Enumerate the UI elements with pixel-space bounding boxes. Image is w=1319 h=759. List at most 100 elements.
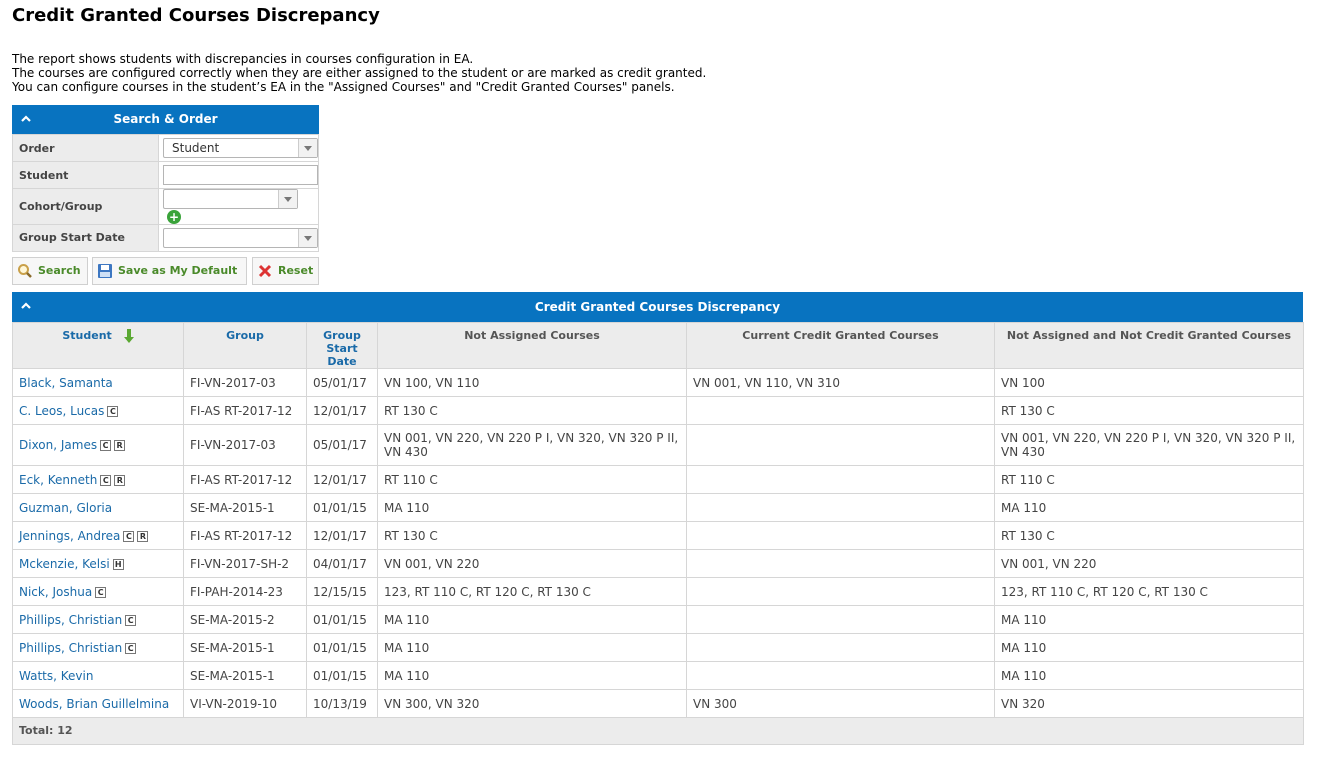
student-link[interactable]: Woods, Brian Guillelmina bbox=[19, 697, 169, 711]
student-cell: Woods, Brian Guillelmina bbox=[12, 689, 184, 718]
page-title: Credit Granted Courses Discrepancy bbox=[12, 5, 380, 26]
course-badge-icon: C bbox=[100, 440, 112, 451]
student-cell: Phillips, Christian C bbox=[12, 633, 184, 662]
current-credit-granted-cell bbox=[686, 577, 995, 606]
group-cell: FI-VN-2017-SH-2 bbox=[183, 549, 307, 578]
table-row: Eck, Kenneth C R FI-AS RT-2017-12 12/01/17 RT… bbox=[12, 465, 1304, 494]
table-row: Dixon, James C R FI-VN-2017-03 05/01/17 VN 00… bbox=[12, 424, 1304, 466]
chevron-up-icon[interactable] bbox=[20, 113, 32, 125]
search-buttons: Search Save as My Default Reset bbox=[12, 256, 319, 285]
group-cell: FI-VN-2017-03 bbox=[183, 368, 307, 397]
total-count: Total: 12 bbox=[12, 717, 1304, 745]
start-date-cell: 01/01/15 bbox=[306, 661, 378, 690]
group-cell: FI-AS RT-2017-12 bbox=[183, 465, 307, 494]
course-badge-icon: C bbox=[107, 405, 119, 417]
student-link[interactable]: Mckenzie, Kelsi bbox=[19, 557, 110, 571]
current-credit-granted-cell: VN 300 bbox=[686, 689, 995, 718]
restricted-badge-icon: R bbox=[114, 474, 126, 486]
search-form: Order Student Student Cohort/Group + Gro… bbox=[12, 134, 319, 252]
student-cell: Jennings, Andrea C R bbox=[12, 521, 184, 550]
student-cell: C. Leos, Lucas C bbox=[12, 396, 184, 425]
student-link[interactable]: Watts, Kevin bbox=[19, 669, 93, 683]
current-credit-granted-cell bbox=[686, 465, 995, 494]
group-cell: VI-VN-2019-10 bbox=[183, 689, 307, 718]
dropdown-arrow-icon bbox=[298, 228, 317, 247]
student-link[interactable]: Jennings, Andrea bbox=[19, 529, 120, 543]
search-button[interactable]: Search bbox=[12, 256, 88, 285]
not-assigned-cell: RT 110 C bbox=[377, 465, 687, 494]
current-credit-granted-cell bbox=[686, 493, 995, 522]
sort-down-arrow-icon bbox=[123, 329, 134, 343]
current-credit-granted-cell: VN 001, VN 110, VN 310 bbox=[686, 368, 995, 397]
not-assigned-cell: RT 130 C bbox=[377, 521, 687, 550]
chevron-up-icon[interactable] bbox=[20, 300, 32, 312]
intro-line: The courses are configured correctly whe… bbox=[12, 66, 707, 80]
not-assigned-not-credit-granted-cell: VN 100 bbox=[994, 368, 1304, 397]
column-header-not-assigned: Not Assigned Courses bbox=[377, 322, 687, 369]
column-header-group[interactable]: Group bbox=[183, 322, 307, 369]
current-credit-granted-cell bbox=[686, 521, 995, 550]
start-date-cell: 01/01/15 bbox=[306, 493, 378, 522]
student-input[interactable] bbox=[163, 165, 318, 185]
current-credit-granted-cell bbox=[686, 605, 995, 634]
student-link[interactable]: Dixon, James bbox=[19, 438, 97, 452]
not-assigned-not-credit-granted-cell: MA 110 bbox=[994, 493, 1304, 522]
save-default-button[interactable]: Save as My Default bbox=[92, 256, 247, 285]
search-panel: Search & Order Order Student Student Coh… bbox=[12, 105, 319, 285]
student-link[interactable]: Guzman, Gloria bbox=[19, 501, 112, 515]
not-assigned-not-credit-granted-cell: MA 110 bbox=[994, 661, 1304, 690]
column-header-not-assigned-not-credit-granted: Not Assigned and Not Credit Granted Cour… bbox=[994, 322, 1304, 369]
cohort-select[interactable] bbox=[163, 189, 298, 209]
not-assigned-cell: VN 100, VN 110 bbox=[377, 368, 687, 397]
group-cell: SE-MA-2015-1 bbox=[183, 493, 307, 522]
start-date-cell: 12/01/17 bbox=[306, 521, 378, 550]
student-cell: Black, Samanta bbox=[12, 368, 184, 397]
start-date-label: Group Start Date bbox=[12, 223, 159, 252]
start-date-select[interactable] bbox=[163, 227, 318, 248]
group-cell: FI-AS RT-2017-12 bbox=[183, 396, 307, 425]
column-header-student-label: Student bbox=[62, 329, 112, 342]
column-header-start-date[interactable]: Group Start Date bbox=[306, 322, 378, 369]
student-link[interactable]: Nick, Joshua bbox=[19, 585, 92, 599]
add-icon[interactable]: + bbox=[167, 209, 181, 224]
report-panel-title: Credit Granted Courses Discrepancy bbox=[534, 300, 781, 314]
student-link[interactable]: C. Leos, Lucas bbox=[19, 404, 104, 418]
cohort-label: Cohort/Group bbox=[12, 188, 159, 225]
start-date-cell: 01/01/15 bbox=[306, 605, 378, 634]
report-panel-header: Credit Granted Courses Discrepancy bbox=[12, 292, 1303, 322]
table-row: Black, Samanta FI-VN-2017-03 05/01/17 VN 10… bbox=[12, 368, 1304, 397]
order-select[interactable]: Student bbox=[163, 138, 318, 158]
student-link[interactable]: Phillips, Christian bbox=[19, 613, 122, 627]
student-link[interactable]: Eck, Kenneth bbox=[19, 473, 97, 487]
start-date-cell: 01/01/15 bbox=[306, 633, 378, 662]
home-badge-icon: H bbox=[112, 558, 124, 570]
restricted-badge-icon: R bbox=[114, 440, 126, 451]
report-table: Student Group Group Start Date Not Assig… bbox=[12, 322, 1304, 745]
start-date-cell: 05/01/17 bbox=[306, 368, 378, 397]
start-date-cell: 10/13/19 bbox=[306, 689, 378, 718]
table-row: Woods, Brian Guillelmina VI-VN-2019-10 10/… bbox=[12, 689, 1304, 718]
intro-line: The report shows students with discrepan… bbox=[12, 52, 474, 66]
order-select-value: Student bbox=[172, 141, 220, 155]
table-row: Watts, Kevin SE-MA-2015-1 01/01/15 MA 110 MA… bbox=[12, 661, 1304, 690]
reset-button[interactable]: Reset bbox=[252, 256, 319, 285]
table-row: Nick, Joshua C FI-PAH-2014-23 12/15/15 123, … bbox=[12, 577, 1304, 606]
not-assigned-not-credit-granted-cell: RT 130 C bbox=[994, 396, 1304, 425]
course-badge-icon: C bbox=[123, 530, 135, 542]
not-assigned-cell: 123, RT 110 C, RT 120 C, RT 130 C bbox=[377, 577, 687, 606]
start-date-cell: 12/01/17 bbox=[306, 465, 378, 494]
student-cell: Mckenzie, Kelsi H bbox=[12, 549, 184, 578]
table-row: C. Leos, Lucas C FI-AS RT-2017-12 12/01/17 R… bbox=[12, 396, 1304, 425]
not-assigned-cell: MA 110 bbox=[377, 605, 687, 634]
not-assigned-not-credit-granted-cell: VN 001, VN 220 bbox=[994, 549, 1304, 578]
course-badge-icon: C bbox=[125, 614, 137, 626]
student-link[interactable]: Phillips, Christian bbox=[19, 641, 122, 655]
save-default-button-label: Save as My Default bbox=[118, 263, 238, 277]
column-header-student[interactable]: Student bbox=[12, 322, 184, 369]
not-assigned-not-credit-granted-cell: MA 110 bbox=[994, 605, 1304, 634]
student-cell: Phillips, Christian C bbox=[12, 605, 184, 634]
student-link[interactable]: Black, Samanta bbox=[19, 376, 113, 390]
student-cell: Dixon, James C R bbox=[12, 424, 184, 466]
save-icon bbox=[98, 263, 112, 278]
group-cell: FI-VN-2017-03 bbox=[183, 424, 307, 466]
